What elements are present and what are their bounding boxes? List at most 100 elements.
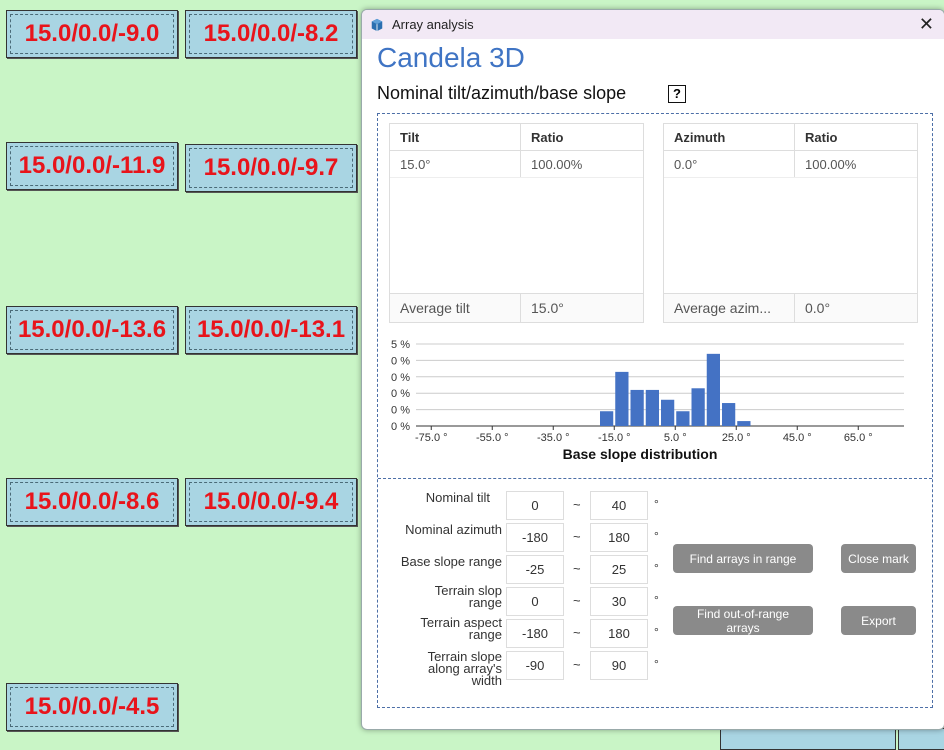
degree-unit: ° xyxy=(654,529,659,543)
array-tile[interactable]: 15.0/0.0/-8.2 xyxy=(185,10,357,58)
table-cell: 0.0° xyxy=(664,151,795,177)
array-tile-label: 15.0/0.0/-9.7 xyxy=(203,154,339,181)
column-header[interactable]: Ratio xyxy=(795,124,917,150)
table-header: Tilt Ratio xyxy=(390,124,643,151)
nominal-azimuth-max-input[interactable] xyxy=(590,523,648,552)
nominal-tilt-label: Nominal tilt xyxy=(425,490,490,505)
x-tick-label: 5.0 ° xyxy=(664,432,687,444)
degree-unit: ° xyxy=(654,561,659,575)
array-tile-label: 15.0/0.0/-8.6 xyxy=(24,488,160,515)
x-tick-label: -55.0 ° xyxy=(476,432,509,444)
brand-title: Candela 3D xyxy=(377,42,525,73)
histogram-bar xyxy=(615,371,629,426)
base-slope-min-input[interactable] xyxy=(506,555,564,584)
table-row[interactable]: 0.0° 100.00% xyxy=(664,151,917,178)
x-tick-label: 45.0 ° xyxy=(783,432,812,444)
y-tick-label: 0 % xyxy=(391,372,410,384)
histogram-bar xyxy=(676,411,690,426)
table-footer: Average azim... 0.0° xyxy=(664,293,917,322)
terrain-aspect-range-label: Terrain aspect range xyxy=(420,616,502,641)
section-divider xyxy=(378,478,932,479)
range-tilde: ~ xyxy=(573,561,581,576)
array-tile-label: 15.0/0.0/-13.1 xyxy=(196,316,346,343)
base-slope-chart: 5 % 0 % 0 % 0 % 0 % 0 % -75.0 ° -55.0 ° -35.0 ° -… xyxy=(391,339,904,462)
range-tilde: ~ xyxy=(573,529,581,544)
nominal-azimuth-min-input[interactable] xyxy=(506,523,564,552)
column-header[interactable]: Ratio xyxy=(521,124,643,150)
array-tile[interactable]: 15.0/0.0/-11.9 xyxy=(6,142,178,190)
base-slope-max-input[interactable] xyxy=(590,555,648,584)
x-tick-label: 65.0 ° xyxy=(844,432,873,444)
footer-label: Average tilt xyxy=(390,294,521,322)
terrain-slop-range-label: Terrain slop range xyxy=(435,584,502,609)
chart-title: Base slope distribution xyxy=(563,446,718,462)
x-tick-label: 25.0 ° xyxy=(722,432,751,444)
terrain-slope-along-label: Terrain slope along array's width xyxy=(428,650,502,688)
array-tile[interactable]: 15.0/0.0/-9.0 xyxy=(6,10,178,58)
nominal-tilt-min-input[interactable] xyxy=(506,491,564,520)
histogram-bar xyxy=(600,411,614,426)
array-tile-partial[interactable] xyxy=(898,728,944,750)
histogram-bar xyxy=(630,389,644,426)
y-tick-label: 5 % xyxy=(391,339,410,351)
histogram-bar xyxy=(661,399,675,426)
degree-unit: ° xyxy=(654,593,659,607)
label-line: width xyxy=(471,673,502,688)
find-arrays-in-range-button[interactable]: Find arrays in range xyxy=(673,544,813,573)
terrain-slope-along-min-input[interactable] xyxy=(506,651,564,680)
nominal-tilt-max-input[interactable] xyxy=(590,491,648,520)
help-icon[interactable]: ? xyxy=(668,85,686,103)
array-analysis-dialog: Array analysis ✕ Candela 3D Nominal tilt… xyxy=(361,9,944,730)
array-tile[interactable]: 15.0/0.0/-9.4 xyxy=(185,478,357,526)
array-tile[interactable]: 15.0/0.0/-9.7 xyxy=(185,144,357,192)
array-tile-label: 15.0/0.0/-8.2 xyxy=(203,20,339,47)
base-slope-range-label: Base slope range xyxy=(400,554,502,569)
terrain-aspect-max-input[interactable] xyxy=(590,619,648,648)
close-mark-button[interactable]: Close mark xyxy=(841,544,916,573)
table-header: Azimuth Ratio xyxy=(664,124,917,151)
dialog-title: Array analysis xyxy=(392,17,474,32)
app-icon xyxy=(371,18,383,31)
nominal-azimuth-label: Nominal azimuth xyxy=(405,522,502,537)
degree-unit: ° xyxy=(654,497,659,511)
terrain-slop-max-input[interactable] xyxy=(590,587,648,616)
dialog-titlebar[interactable]: Array analysis ✕ xyxy=(362,10,944,39)
array-tile[interactable]: 15.0/0.0/-4.5 xyxy=(6,683,178,731)
tilt-table: Tilt Ratio 15.0° 100.00% Average tilt 15… xyxy=(389,123,644,323)
y-tick-label: 0 % xyxy=(391,355,410,367)
histogram-bar xyxy=(737,421,751,426)
footer-value: 15.0° xyxy=(531,300,564,316)
degree-unit: ° xyxy=(654,657,659,671)
range-tilde: ~ xyxy=(573,593,581,608)
array-tile-partial[interactable] xyxy=(720,728,896,750)
histogram-bar xyxy=(645,389,659,426)
terrain-aspect-min-input[interactable] xyxy=(506,619,564,648)
table-footer: Average tilt 15.0° xyxy=(390,293,643,322)
histogram-bar xyxy=(706,353,720,426)
array-tile-label: 15.0/0.0/-11.9 xyxy=(18,152,166,179)
azimuth-table: Azimuth Ratio 0.0° 100.00% Average azim.… xyxy=(663,123,918,323)
range-tilde: ~ xyxy=(573,625,581,640)
array-tile-label: 15.0/0.0/-9.0 xyxy=(24,20,160,47)
table-row[interactable]: 15.0° 100.00% xyxy=(390,151,643,178)
array-tile-label: 15.0/0.0/-9.4 xyxy=(203,488,339,515)
analysis-panel: Tilt Ratio 15.0° 100.00% Average tilt 15… xyxy=(377,113,933,708)
footer-value: 0.0° xyxy=(805,300,831,316)
dialog-content: Candela 3D Nominal tilt/azimuth/base slo… xyxy=(362,39,944,729)
table-cell: 100.00% xyxy=(531,156,583,172)
x-tick-label: -15.0 ° xyxy=(598,432,631,444)
close-icon[interactable]: ✕ xyxy=(919,14,934,35)
array-tile[interactable]: 15.0/0.0/-13.1 xyxy=(185,306,357,354)
array-tile[interactable]: 15.0/0.0/-8.6 xyxy=(6,478,178,526)
column-header[interactable]: Azimuth xyxy=(664,124,795,150)
export-button[interactable]: Export xyxy=(841,606,916,635)
find-out-of-range-arrays-button[interactable]: Find out-of-range arrays xyxy=(673,606,813,635)
x-tick-label: -75.0 ° xyxy=(415,432,448,444)
array-tile-label: 15.0/0.0/-4.5 xyxy=(24,693,160,720)
terrain-slope-along-max-input[interactable] xyxy=(590,651,648,680)
column-header[interactable]: Tilt xyxy=(390,124,521,150)
degree-unit: ° xyxy=(654,625,659,639)
terrain-slop-min-input[interactable] xyxy=(506,587,564,616)
x-tick-label: -35.0 ° xyxy=(537,432,570,444)
array-tile[interactable]: 15.0/0.0/-13.6 xyxy=(6,306,178,354)
